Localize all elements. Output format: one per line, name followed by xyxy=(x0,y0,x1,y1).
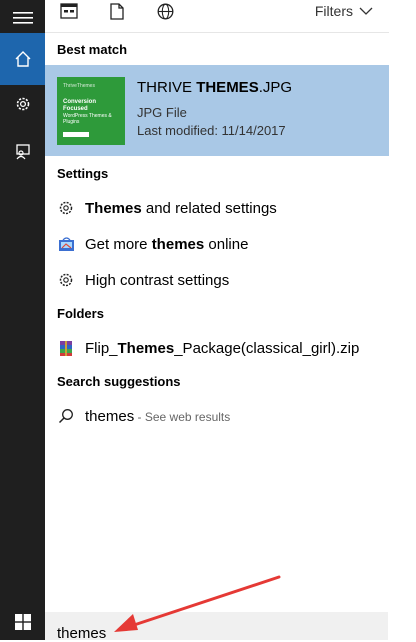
windows-logo-icon xyxy=(14,614,31,630)
feedback-button[interactable] xyxy=(0,134,45,170)
search-box[interactable]: themes xyxy=(45,612,388,642)
hamburger-menu-button[interactable] xyxy=(0,0,45,36)
hamburger-icon xyxy=(12,12,33,24)
folders-header: Folders xyxy=(57,306,104,321)
document-icon xyxy=(110,2,124,20)
filter-toolbar: Filters xyxy=(45,0,389,24)
divider xyxy=(45,32,389,33)
gear-icon xyxy=(57,271,75,289)
settings-button[interactable] xyxy=(0,86,45,122)
search-results-panel: Filters Best match ThriveThemes Conversi… xyxy=(45,0,389,640)
search-suggestions-header: Search suggestions xyxy=(57,374,181,389)
globe-icon xyxy=(157,3,173,19)
start-button[interactable] xyxy=(0,604,45,640)
settings-result-themes[interactable]: Themes and related settings xyxy=(57,197,277,219)
gear-icon xyxy=(57,199,75,217)
web-filter-button[interactable] xyxy=(155,2,175,20)
apps-icon xyxy=(60,3,78,19)
search-input[interactable]: themes xyxy=(57,625,106,642)
result-file-type: JPG File xyxy=(137,105,187,120)
settings-result-high-contrast[interactable]: High contrast settings xyxy=(57,269,229,291)
gear-icon xyxy=(16,97,29,111)
apps-filter-button[interactable] xyxy=(59,2,79,20)
search-icon xyxy=(57,407,75,425)
web-suggestion-themes[interactable]: themes - See web results xyxy=(57,405,230,427)
store-icon xyxy=(57,235,75,253)
folder-result-flip-themes[interactable]: Flip_Themes_Package(classical_girl).zip xyxy=(57,337,359,359)
home-button[interactable] xyxy=(0,33,45,85)
home-icon xyxy=(15,51,30,67)
filters-label: Filters xyxy=(314,3,353,19)
filters-dropdown[interactable]: Filters xyxy=(315,3,373,19)
documents-filter-button[interactable] xyxy=(107,2,127,20)
winrar-archive-icon xyxy=(57,339,75,357)
result-title: THRIVE THEMES.JPG xyxy=(137,79,293,96)
settings-header: Settings xyxy=(57,166,109,181)
image-thumbnail: ThriveThemes Conversion Focused WordPres… xyxy=(57,77,125,145)
settings-result-get-themes-online[interactable]: Get more themes online xyxy=(57,233,248,255)
result-modified-date: Last modified: 11/14/2017 xyxy=(137,123,286,138)
feedback-icon xyxy=(15,144,30,160)
best-match-header: Best match xyxy=(57,42,128,57)
chevron-down-icon xyxy=(359,7,373,15)
left-rail xyxy=(0,0,45,640)
best-match-result[interactable]: ThriveThemes Conversion Focused WordPres… xyxy=(45,65,389,156)
